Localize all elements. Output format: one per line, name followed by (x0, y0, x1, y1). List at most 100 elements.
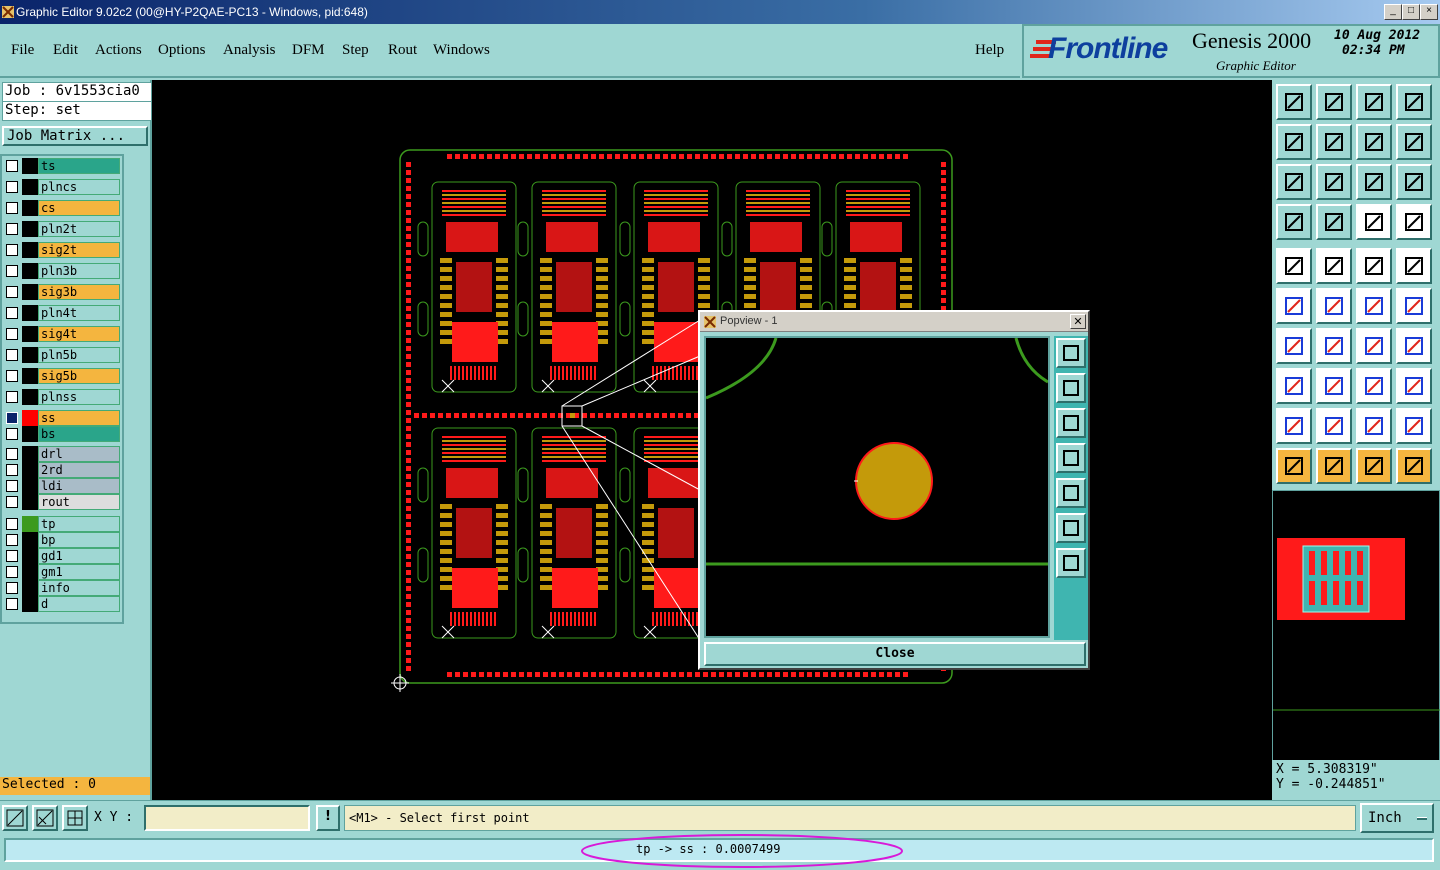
tool-button-zoom-home[interactable] (1316, 164, 1352, 200)
layer-row-bp[interactable]: bp (2, 532, 120, 548)
tool-button-page-right[interactable] (1316, 124, 1352, 160)
tool-button-help[interactable] (1396, 164, 1432, 200)
layer-row-pln5b[interactable]: pln5b (2, 347, 120, 363)
popview-tool-page-left[interactable] (1056, 443, 1086, 473)
layer-checkbox[interactable] (6, 160, 18, 172)
tool-button-ruler[interactable] (1356, 248, 1392, 284)
popview-tool-zoom-in[interactable] (1056, 513, 1086, 543)
layer-checkbox[interactable] (6, 223, 18, 235)
tool-button-home[interactable] (1356, 84, 1392, 120)
alert-button[interactable]: ! (316, 805, 340, 831)
job-matrix-button[interactable]: Job Matrix ... (2, 126, 148, 146)
tool-button-triangle-b[interactable] (1316, 408, 1352, 444)
layer-checkbox[interactable] (6, 464, 18, 476)
layer-row-ts[interactable]: ts (2, 158, 120, 174)
layer-checkbox[interactable] (6, 496, 18, 508)
layer-name[interactable]: info (38, 580, 120, 596)
tool-button-angle[interactable] (1276, 328, 1312, 364)
tool-button-parallel[interactable] (1396, 328, 1432, 364)
menu-actions[interactable]: Actions (95, 42, 142, 59)
tool-button-swap[interactable] (1396, 124, 1432, 160)
tool-button-point-b[interactable] (1396, 288, 1432, 324)
layer-name[interactable]: sig4t (38, 326, 120, 342)
tool-button-select-box[interactable] (1276, 368, 1312, 404)
zoom-select-button[interactable] (2, 805, 28, 831)
layer-row-rout[interactable]: rout (2, 494, 120, 510)
layer-name[interactable]: plnss (38, 389, 120, 405)
overview-map[interactable] (1272, 490, 1440, 762)
layer-name[interactable]: pln5b (38, 347, 120, 363)
layer-row-plnss[interactable]: plnss (2, 389, 120, 405)
layer-row-sig4t[interactable]: sig4t (2, 326, 120, 342)
layer-name[interactable]: gd1 (38, 548, 120, 564)
layer-row-cs[interactable]: cs (2, 200, 120, 216)
layer-row-pln3b[interactable]: pln3b (2, 263, 120, 279)
popview-tool-page-right[interactable] (1056, 478, 1086, 508)
layer-checkbox[interactable] (6, 428, 18, 440)
close-window-button[interactable]: × (1420, 4, 1438, 20)
tool-button-shape[interactable] (1316, 248, 1352, 284)
layer-row-sig5b[interactable]: sig5b (2, 368, 120, 384)
layer-row-pln4t[interactable]: pln4t (2, 305, 120, 321)
layer-name[interactable]: drl (38, 446, 120, 462)
layer-name[interactable]: plncs (38, 179, 120, 195)
layer-row-bs[interactable]: bs (2, 426, 120, 442)
layer-row-tp[interactable]: tp (2, 516, 120, 532)
tool-button-minus[interactable] (1316, 368, 1352, 404)
layer-checkbox[interactable] (6, 391, 18, 403)
layer-checkbox[interactable] (6, 480, 18, 492)
tool-button-center[interactable] (1356, 368, 1392, 404)
layer-name[interactable]: cs (38, 200, 120, 216)
layer-row-info[interactable]: info (2, 580, 120, 596)
tool-button-scale-1-2[interactable] (1356, 164, 1392, 200)
menu-file[interactable]: File (11, 42, 34, 59)
layer-checkbox[interactable] (6, 307, 18, 319)
popview-canvas[interactable] (704, 336, 1050, 638)
menu-help[interactable]: Help (975, 42, 1004, 59)
popview-tool-zoom-fit[interactable] (1056, 338, 1086, 368)
tool-button-cursor-box[interactable] (1316, 448, 1352, 484)
tool-button-page-left[interactable] (1276, 124, 1312, 160)
tool-button-key[interactable] (1316, 204, 1352, 240)
layer-checkbox[interactable] (6, 244, 18, 256)
tool-button-layers-a[interactable] (1356, 204, 1392, 240)
layer-name[interactable]: sig3b (38, 284, 120, 300)
menu-analysis[interactable]: Analysis (223, 42, 276, 59)
menu-step[interactable]: Step (342, 42, 369, 59)
layer-name[interactable]: gm1 (38, 564, 120, 580)
layer-name[interactable]: pln2t (38, 221, 120, 237)
layer-row-sig3b[interactable]: sig3b (2, 284, 120, 300)
tool-button-dot[interactable] (1396, 248, 1432, 284)
layer-name[interactable]: pln4t (38, 305, 120, 321)
layer-name[interactable]: ldi (38, 478, 120, 494)
layer-checkbox[interactable] (6, 349, 18, 361)
layer-name[interactable]: pln3b (38, 263, 120, 279)
tool-button-cursor[interactable] (1276, 448, 1312, 484)
layer-checkbox[interactable] (6, 181, 18, 193)
layer-name[interactable]: bp (38, 532, 120, 548)
layer-name[interactable]: sig5b (38, 368, 120, 384)
layer-row-pln2t[interactable]: pln2t (2, 221, 120, 237)
layer-name[interactable]: rout (38, 494, 120, 510)
tool-button-mirror[interactable] (1356, 124, 1392, 160)
layer-checkbox[interactable] (6, 286, 18, 298)
layer-row-drl[interactable]: drl (2, 446, 120, 462)
tool-button-fit[interactable] (1276, 164, 1312, 200)
layer-checkbox[interactable] (6, 328, 18, 340)
menu-rout[interactable]: Rout (388, 42, 417, 59)
layer-row-ss[interactable]: ss (2, 410, 120, 426)
minimize-button[interactable]: _ (1384, 4, 1402, 20)
layer-name[interactable]: ts (38, 158, 120, 174)
tool-button-point-a[interactable] (1356, 288, 1392, 324)
layer-name[interactable]: ss (38, 410, 120, 426)
layer-checkbox[interactable] (6, 582, 18, 594)
tool-button-triangle-a[interactable] (1276, 408, 1312, 444)
layer-checkbox[interactable] (6, 370, 18, 382)
menu-options[interactable]: Options (158, 42, 206, 59)
tool-button-cross[interactable] (1316, 288, 1352, 324)
layer-checkbox[interactable] (6, 412, 18, 424)
xy-input[interactable] (144, 805, 310, 831)
menu-windows[interactable]: Windows (433, 42, 490, 59)
layer-checkbox[interactable] (6, 448, 18, 460)
measure-mode-button[interactable] (32, 805, 58, 831)
